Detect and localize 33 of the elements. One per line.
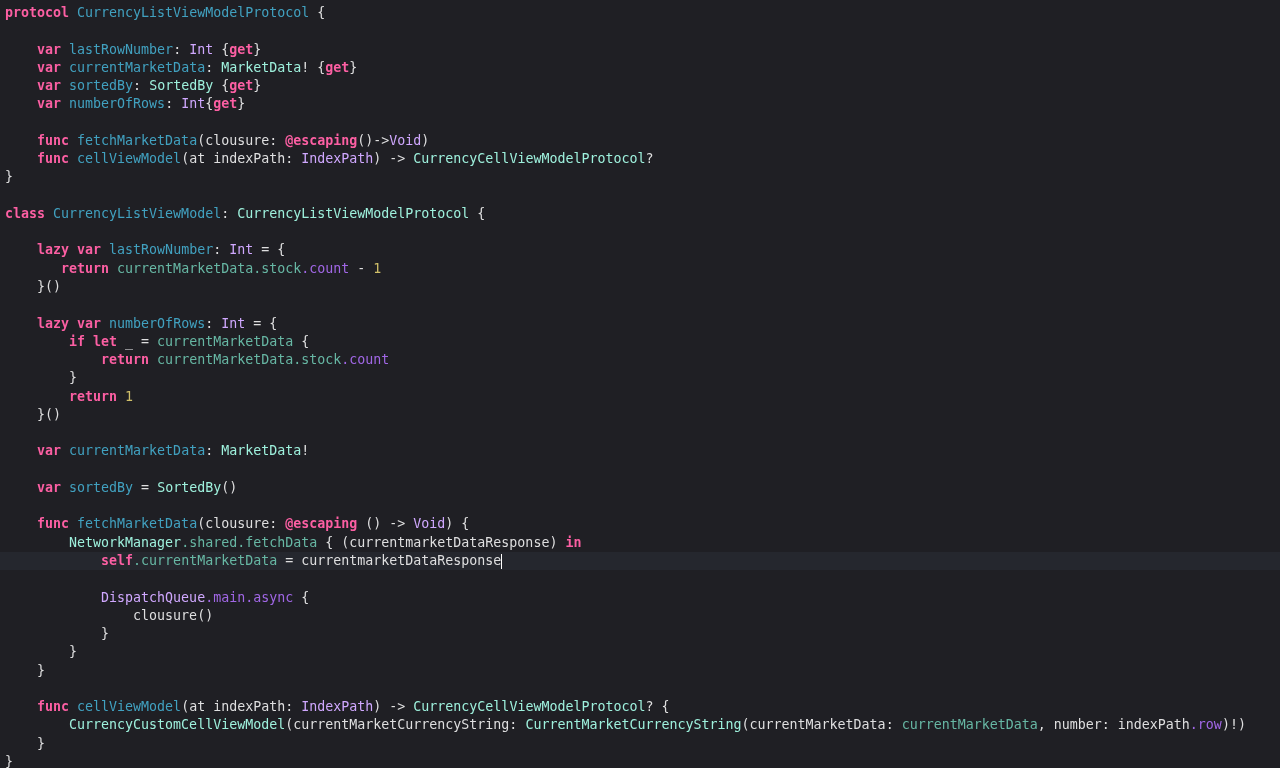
code-line: DispatchQueue.main.async { bbox=[100, 588, 310, 607]
code-line: clousure() bbox=[132, 606, 214, 625]
code-line: lazy var lastRowNumber: Int = { bbox=[36, 241, 286, 260]
code-line: }() bbox=[36, 405, 62, 424]
code-line: } bbox=[36, 661, 46, 680]
code-line: class CurrencyListViewModel: CurrencyListViewModelProtocol { bbox=[5, 204, 486, 223]
code-line: var sortedBy: SortedBy {get} bbox=[36, 77, 262, 96]
code-line: var numberOfRows: Int{get} bbox=[36, 95, 246, 114]
code-line: func fetchMarketData(clousure: @escaping()->Void) bbox=[36, 131, 430, 150]
code-line: } bbox=[5, 168, 13, 187]
code-line: func cellViewModel(at indexPath: IndexPath) -> CurrencyCellViewModelProtocol? bbox=[36, 150, 654, 169]
code-line: return currentMarketData.stock.count bbox=[100, 351, 390, 370]
code-line: self.currentMarketData = currentmarketDataResponse bbox=[100, 551, 502, 570]
code-line: func cellViewModel(at indexPath: IndexPath) -> CurrencyCellViewModelProtocol? { bbox=[36, 698, 670, 717]
code-line: return 1 bbox=[68, 387, 134, 406]
code-line: var currentMarketData: MarketData! {get} bbox=[36, 58, 358, 77]
code-line: } bbox=[68, 369, 78, 388]
code-line: var lastRowNumber: Int {get} bbox=[36, 40, 262, 59]
code-line: var sortedBy = SortedBy() bbox=[36, 478, 238, 497]
code-line: func fetchMarketData(clousure: @escaping () -> Void) { bbox=[36, 515, 470, 534]
code-line: } bbox=[36, 734, 46, 753]
code-line: return currentMarketData.stock.count - 1 bbox=[60, 259, 382, 278]
code-line: } bbox=[100, 625, 110, 644]
code-line: }() bbox=[36, 278, 62, 296]
code-line: } bbox=[68, 643, 78, 662]
code-line: CurrencyCustomCellViewModel(currentMarketCurrencyString: CurrentMarketCurrencyString(currentMarketData: currentMarketData, number: indexPath.row)!) bbox=[68, 716, 1246, 735]
code-line: lazy var numberOfRows: Int = { bbox=[36, 314, 278, 333]
code-line: NetworkManager.shared.fetchData { (currentmarketDataResponse) in bbox=[68, 533, 582, 552]
text-cursor bbox=[501, 553, 503, 569]
code-line: var currentMarketData: MarketData! bbox=[36, 442, 310, 461]
code-line: } bbox=[5, 752, 13, 768]
code-line: protocol CurrencyListViewModelProtocol { bbox=[5, 4, 326, 22]
code-line: if let _ = currentMarketData { bbox=[68, 332, 310, 352]
